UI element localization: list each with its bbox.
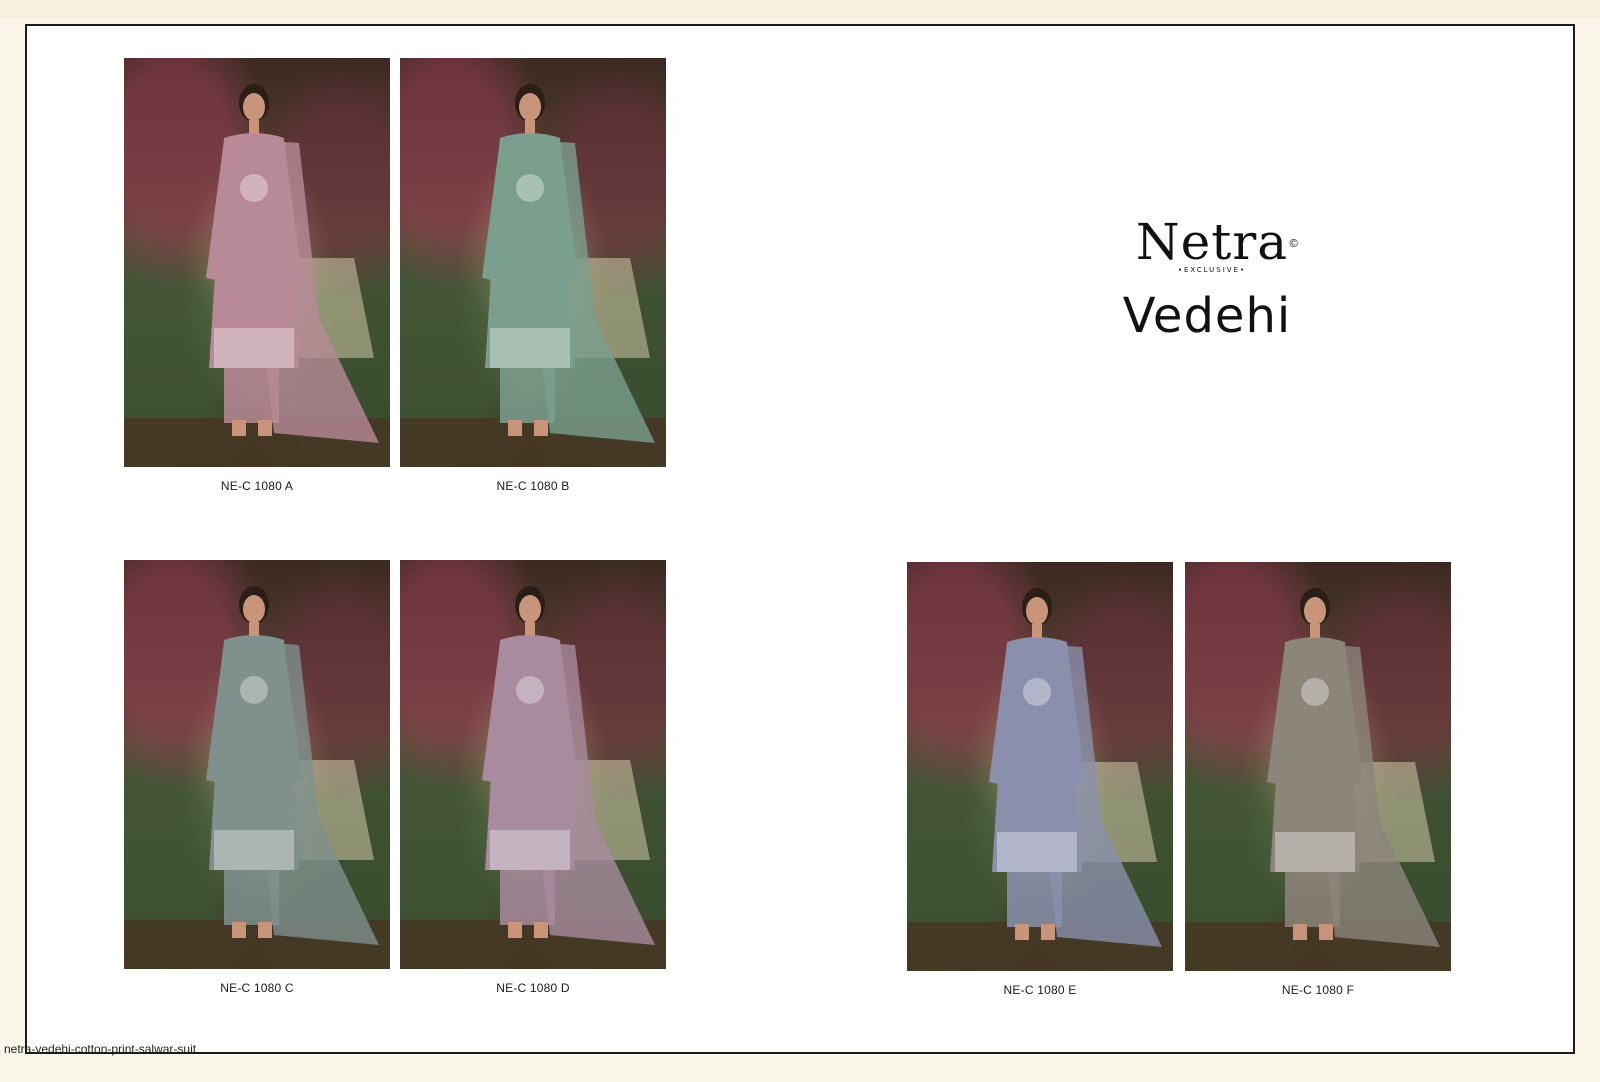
brand-logo: Netra © •EXCLUSIVE• <box>1117 216 1307 274</box>
product-code: NE-C 1080 A <box>220 479 294 493</box>
model-figure-icon <box>124 84 390 467</box>
product-photo[interactable] <box>1185 562 1451 971</box>
model-figure-icon <box>1185 588 1451 971</box>
product-card-e[interactable]: NE-C 1080 E <box>907 562 1173 997</box>
product-code: NE-C 1080 F <box>1281 983 1355 997</box>
product-photo[interactable] <box>400 560 666 969</box>
brand-name: Netra <box>1135 213 1289 271</box>
catalog-sheet: NE-C 1080 A NE-C 1080 B NE-C 1080 C NE-C… <box>25 24 1575 1054</box>
footer-url: netra-vedehi-cotton-print-salwar-suit <box>4 1042 197 1056</box>
model-figure-icon <box>400 586 666 969</box>
product-card-a[interactable]: NE-C 1080 A <box>124 58 390 493</box>
product-photo[interactable] <box>124 58 390 467</box>
product-photo[interactable] <box>124 560 390 969</box>
collection-title: Vedehi <box>1122 288 1292 344</box>
model-figure-icon <box>907 588 1173 971</box>
product-code: NE-C 1080 B <box>496 479 570 493</box>
product-photo[interactable] <box>907 562 1173 971</box>
product-code: NE-C 1080 D <box>496 981 570 995</box>
copyright-mark: © <box>1288 237 1301 250</box>
product-card-b[interactable]: NE-C 1080 B <box>400 58 666 493</box>
product-code: NE-C 1080 E <box>1003 983 1077 997</box>
model-figure-icon <box>400 84 666 467</box>
product-card-c[interactable]: NE-C 1080 C <box>124 560 390 995</box>
model-figure-icon <box>124 586 390 969</box>
product-card-d[interactable]: NE-C 1080 D <box>400 560 666 995</box>
product-code: NE-C 1080 C <box>220 981 294 995</box>
product-photo[interactable] <box>400 58 666 467</box>
product-card-f[interactable]: NE-C 1080 F <box>1185 562 1451 997</box>
top-band <box>0 0 1600 18</box>
